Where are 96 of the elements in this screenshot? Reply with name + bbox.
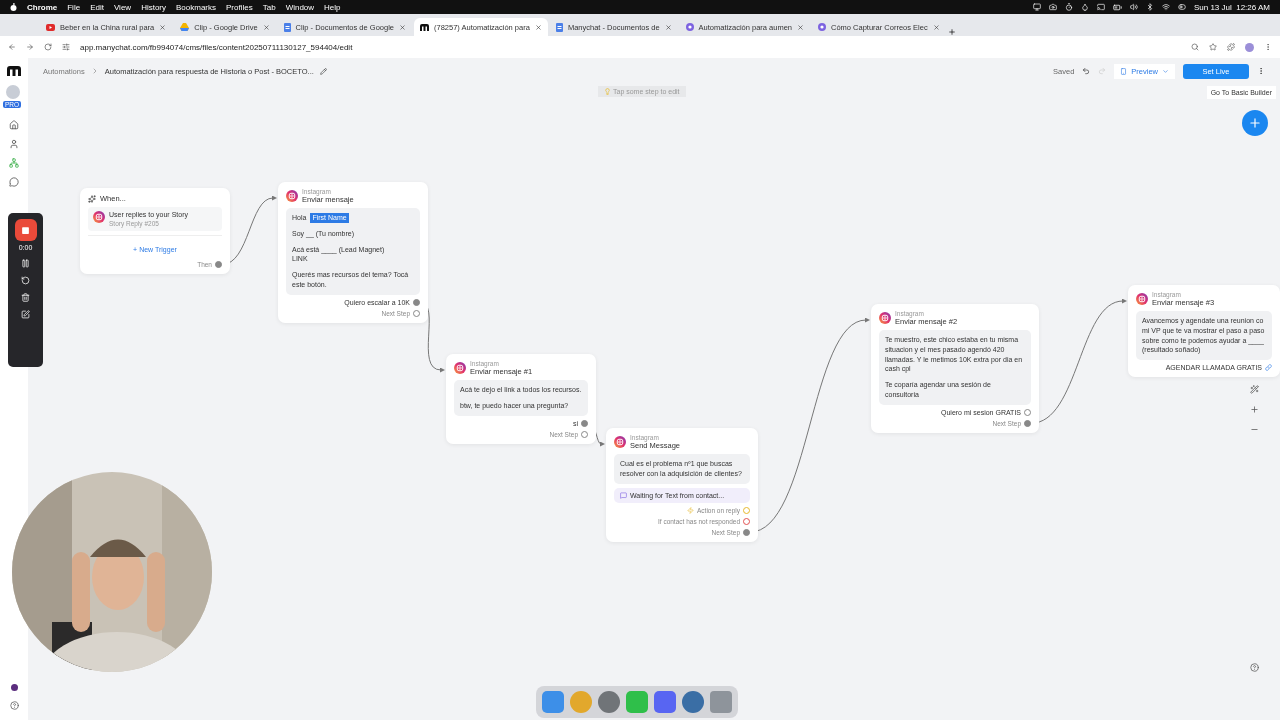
- bulb-icon: [604, 88, 611, 95]
- document-icon: [283, 22, 291, 32]
- monitor-icon[interactable]: [1032, 3, 1041, 11]
- menu-item[interactable]: Window: [285, 2, 315, 12]
- droplet-icon[interactable]: [1080, 3, 1089, 11]
- camera-icon: [93, 211, 105, 223]
- logo-icon: [420, 23, 429, 31]
- edit-icon[interactable]: [21, 310, 30, 319]
- toggle-icon[interactable]: [1177, 3, 1186, 11]
- reload-icon[interactable]: [44, 43, 52, 51]
- connector-dot[interactable]: [743, 528, 750, 536]
- connector-dot[interactable]: [1024, 419, 1031, 427]
- close-icon[interactable]: [399, 23, 406, 31]
- menu-icon[interactable]: [1264, 43, 1272, 51]
- menu-item[interactable]: File: [67, 2, 81, 12]
- menu-item[interactable]: Edit: [90, 2, 104, 12]
- account-avatar[interactable]: [10, 684, 18, 691]
- lightning-icon: [687, 506, 694, 514]
- zoom-in-icon[interactable]: [1250, 405, 1259, 414]
- close-icon[interactable]: [534, 23, 542, 31]
- chat-icon[interactable]: [9, 177, 19, 187]
- chat-icon: [620, 491, 627, 499]
- puzzle-icon[interactable]: [1227, 43, 1235, 51]
- url-field[interactable]: app.manychat.com/fb994074/cms/files/content20250711130127_594404/edit: [80, 42, 353, 52]
- step-card[interactable]: [871, 304, 1039, 433]
- connector-dot[interactable]: [215, 261, 222, 268]
- app-icon[interactable]: [654, 691, 676, 713]
- camera-icon: [1136, 293, 1148, 305]
- wand-icon[interactable]: [1250, 385, 1259, 394]
- phone-icon: [1120, 67, 1128, 75]
- pause-icon[interactable]: [21, 259, 30, 268]
- flow-icon[interactable]: [9, 158, 19, 168]
- battery-icon[interactable]: [1112, 2, 1122, 12]
- stop-icon: [21, 225, 30, 235]
- wifi-icon[interactable]: [1161, 3, 1170, 11]
- gear-icon: [818, 23, 826, 31]
- restart-icon[interactable]: [21, 276, 30, 285]
- camera-icon[interactable]: [1048, 3, 1057, 11]
- chevron-icon: [1162, 67, 1169, 75]
- pencil-icon[interactable]: [319, 67, 327, 75]
- sliders-icon[interactable]: [62, 43, 70, 51]
- new-tab-icon[interactable]: [947, 28, 956, 36]
- connector-dot[interactable]: [743, 506, 750, 514]
- menu-item[interactable]: Chrome: [27, 2, 58, 12]
- home-icon[interactable]: [9, 120, 19, 130]
- link-icon: [1265, 364, 1272, 372]
- close-icon[interactable]: [797, 23, 804, 31]
- connector-dot[interactable]: [743, 517, 750, 525]
- camera-icon: [454, 362, 466, 374]
- bluetooth-icon[interactable]: [1145, 3, 1154, 11]
- undo-icon[interactable]: [1082, 67, 1091, 75]
- menu-item[interactable]: Tab: [262, 2, 276, 12]
- connector-dot[interactable]: [581, 430, 588, 438]
- add-step-button[interactable]: [1242, 110, 1268, 136]
- help-icon[interactable]: [1250, 663, 1259, 672]
- video-icon: [46, 23, 55, 31]
- help-icon[interactable]: [9, 701, 19, 710]
- sparkle-icon: [88, 194, 96, 203]
- menu-item[interactable]: View: [113, 2, 132, 12]
- close-icon[interactable]: [159, 23, 167, 31]
- logo-icon[interactable]: [7, 66, 21, 76]
- camera-icon: [614, 436, 626, 448]
- search-icon[interactable]: [1191, 43, 1199, 51]
- close-icon[interactable]: [932, 23, 940, 31]
- connector-dot[interactable]: [581, 419, 588, 427]
- stop-button[interactable]: [14, 219, 37, 241]
- app-icon[interactable]: [542, 691, 564, 713]
- menu-item[interactable]: Help: [324, 2, 341, 12]
- document-icon: [555, 22, 563, 32]
- camera-icon: [879, 312, 891, 324]
- connector-dot[interactable]: [1024, 408, 1031, 416]
- more-icon[interactable]: [1257, 67, 1265, 75]
- close-icon[interactable]: [262, 23, 270, 31]
- profile-avatar[interactable]: [1245, 42, 1254, 52]
- clock[interactable]: Sun 13 Jul 12:26 AM: [1193, 2, 1270, 12]
- plus-icon: [1248, 116, 1262, 130]
- trash-icon[interactable]: [21, 293, 30, 302]
- menu-item[interactable]: Profiles: [226, 2, 253, 12]
- volume-icon[interactable]: [1129, 3, 1138, 11]
- close-icon[interactable]: [664, 23, 672, 31]
- apple-icon[interactable]: [10, 3, 17, 11]
- app-icon[interactable]: [598, 691, 620, 713]
- triangle-icon: [180, 23, 190, 31]
- timer-icon[interactable]: [1064, 3, 1073, 11]
- gear-icon: [685, 23, 694, 31]
- app-icon[interactable]: [682, 691, 704, 713]
- cast-icon[interactable]: [1096, 3, 1105, 11]
- menu-item[interactable]: Bookmarks: [176, 2, 217, 12]
- camera-icon: [286, 190, 298, 202]
- star-icon[interactable]: [1209, 43, 1217, 51]
- forward-icon[interactable]: [26, 43, 34, 51]
- connector-dot[interactable]: [413, 298, 420, 306]
- connector-dot[interactable]: [413, 309, 420, 317]
- user-icon[interactable]: [9, 139, 19, 149]
- menu-item[interactable]: History: [141, 2, 166, 12]
- back-icon[interactable]: [8, 43, 16, 51]
